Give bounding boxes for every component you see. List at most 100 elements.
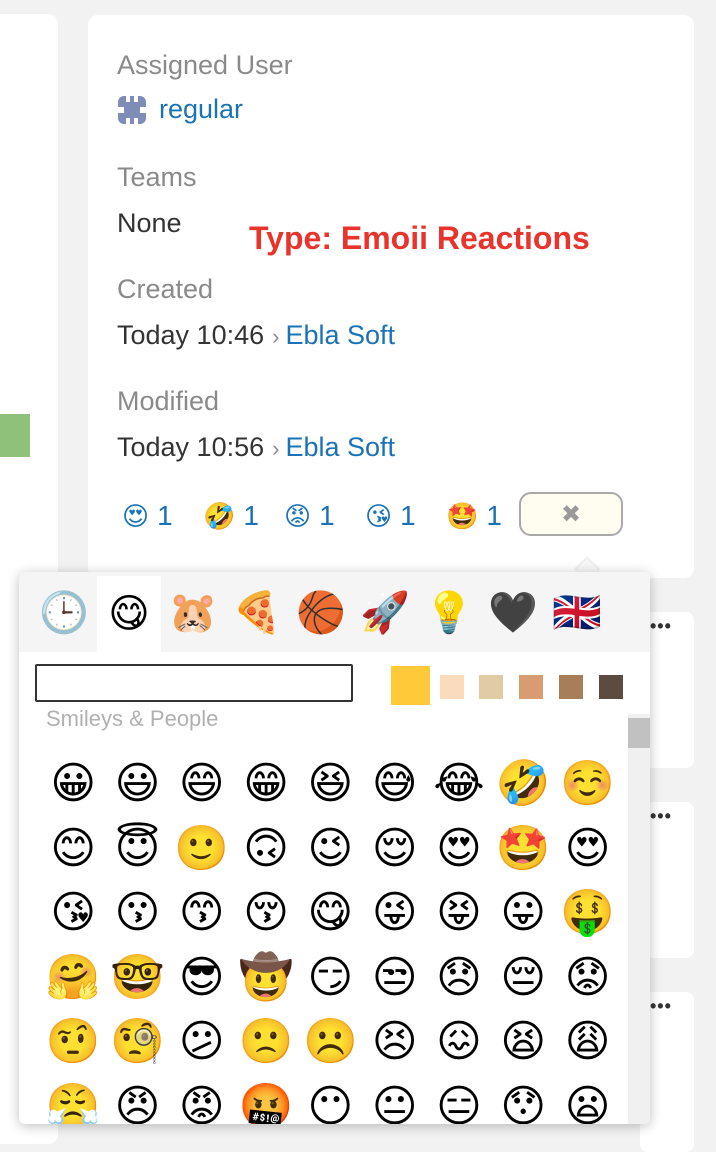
emoji-option[interactable]: 😆 [298, 752, 362, 817]
emoji-option[interactable]: 🤨 [41, 1010, 105, 1075]
emoji-picker: 🕒 😋 🐹 🍕 🏀 🚀 💡 🖤 🇬🇧 Smileys & People 😀 😃 😄 😁… [19, 572, 650, 1124]
category-objects[interactable]: 💡 [417, 578, 481, 648]
reaction-heart-eyes[interactable]: 😍 1 [122, 500, 173, 532]
emoji-option[interactable]: 🧐 [105, 1010, 169, 1075]
emoji-option[interactable]: 😚 [234, 881, 298, 946]
emoji-option[interactable]: ☺️ [555, 752, 619, 817]
emoji-option[interactable]: 🙂 [170, 817, 234, 882]
emoji-option[interactable]: 😕 [170, 1010, 234, 1075]
modified-by-link[interactable]: Ebla Soft [285, 432, 395, 462]
emoji-option[interactable]: 😯 [491, 1075, 555, 1124]
emoji-option[interactable]: 🤗 [41, 946, 105, 1011]
emoji-option[interactable]: 😜 [362, 881, 426, 946]
assigned-user-label: Assigned User [117, 50, 293, 80]
emoji-option[interactable]: 🤓 [105, 946, 169, 1011]
emoji-option[interactable]: 🤩 [491, 817, 555, 882]
created-row: Today 10:46 › Ebla Soft [117, 320, 395, 351]
scrollbar-thumb[interactable] [628, 718, 650, 748]
emoji-option[interactable]: 😩 [555, 1010, 619, 1075]
emoji-option[interactable]: 😞 [427, 946, 491, 1011]
food-icon: 🍕 [232, 591, 282, 635]
modified-label: Modified [117, 386, 220, 416]
emoji-option[interactable]: 😐 [362, 1075, 426, 1124]
category-food[interactable]: 🍕 [225, 578, 289, 648]
emoji-option[interactable]: 🤣 [491, 752, 555, 817]
category-recent[interactable]: 🕒 [32, 578, 96, 648]
category-symbols[interactable]: 🖤 [481, 578, 545, 648]
emoji-option[interactable]: 😠 [105, 1075, 169, 1124]
reaction-rofl[interactable]: 🤣 1 [203, 500, 259, 532]
created-label: Created [117, 274, 214, 304]
emoji-option[interactable]: 🤑 [555, 881, 619, 946]
category-animals[interactable]: 🐹 [161, 578, 225, 648]
emoji-option[interactable]: 😝 [427, 881, 491, 946]
smileys-icon: 😋 [108, 592, 150, 636]
skin-tone-medium-light[interactable] [479, 675, 503, 699]
reaction-angry[interactable]: 😡 1 [284, 500, 335, 532]
emoji-option[interactable]: 😉 [298, 817, 362, 882]
more-options-icon[interactable]: ••• [650, 616, 672, 637]
category-bar: 🕒 😋 🐹 🍕 🏀 🚀 💡 🖤 🇬🇧 [19, 572, 650, 652]
skin-tone-light[interactable] [440, 675, 464, 699]
emoji-option[interactable]: 😋 [298, 881, 362, 946]
category-activity[interactable]: 🏀 [289, 578, 353, 648]
emoji-search-input[interactable] [35, 664, 353, 702]
assigned-user-link[interactable]: regular [117, 94, 243, 125]
emoji-option[interactable]: 😍 [555, 817, 619, 882]
emoji-option[interactable]: 😙 [170, 881, 234, 946]
emoji-grid: 😀 😃 😄 😁 😆 😅 😂 🤣 ☺️ 😊 😇 🙂 🙃 😉 😌 😍 🤩 😍 😘 😗 😙 😚 😋 😜 😝 😛 🤑 🤗 🤓 😎 🤠 😏 😒 😞 😔 😟 🤨 🧐 😕… [41, 752, 621, 1124]
emoji-option[interactable]: 😶 [298, 1075, 362, 1124]
emoji-option[interactable]: 😘 [41, 881, 105, 946]
emoji-option[interactable]: 😇 [105, 817, 169, 882]
emoji-option[interactable]: 😟 [555, 946, 619, 1011]
emoji-option[interactable]: 😅 [362, 752, 426, 817]
modified-row: Today 10:56 › Ebla Soft [117, 432, 395, 463]
close-picker-button[interactable]: ✖ [519, 492, 623, 536]
category-travel[interactable]: 🚀 [353, 578, 417, 648]
skin-tone-dark[interactable] [599, 675, 623, 699]
emoji-option[interactable]: 🙃 [234, 817, 298, 882]
emoji-option[interactable]: 😂 [427, 752, 491, 817]
emoji-option[interactable]: 😒 [362, 946, 426, 1011]
reaction-kiss[interactable]: 😘 1 [365, 500, 416, 532]
emoji-option[interactable]: 😊 [41, 817, 105, 882]
emoji-option[interactable]: 😔 [491, 946, 555, 1011]
category-flags[interactable]: 🇬🇧 [545, 578, 609, 648]
emoji-option[interactable]: 😖 [427, 1010, 491, 1075]
kissing-heart-icon: 😘 [365, 501, 393, 531]
emoji-option[interactable]: 😡 [170, 1075, 234, 1124]
emoji-option[interactable]: 😏 [298, 946, 362, 1011]
emoji-option[interactable]: 😣 [362, 1010, 426, 1075]
reaction-count: 1 [400, 500, 416, 531]
symbols-icon: 🖤 [488, 591, 538, 635]
progress-indicator [0, 414, 30, 457]
more-options-icon[interactable]: ••• [650, 806, 672, 827]
emoji-option[interactable]: 😫 [491, 1010, 555, 1075]
emoji-option[interactable]: ☹️ [298, 1010, 362, 1075]
reaction-star-struck[interactable]: 🤩 1 [446, 500, 502, 532]
emoji-option[interactable]: 🤠 [234, 946, 298, 1011]
assigned-user-name[interactable]: regular [159, 94, 243, 125]
emoji-option[interactable]: 😦 [555, 1075, 619, 1124]
emoji-option[interactable]: 😛 [491, 881, 555, 946]
emoji-option[interactable]: 🤬 [234, 1075, 298, 1124]
skin-tone-medium[interactable] [519, 675, 543, 699]
skin-tone-default[interactable] [391, 666, 430, 705]
more-options-icon[interactable]: ••• [650, 996, 672, 1017]
emoji-option[interactable]: 😀 [41, 752, 105, 817]
emoji-option[interactable]: 😑 [427, 1075, 491, 1124]
emoji-option[interactable]: 😄 [170, 752, 234, 817]
emoji-option[interactable]: 😃 [105, 752, 169, 817]
emoji-option[interactable]: 😍 [427, 817, 491, 882]
category-smileys[interactable]: 😋 [97, 576, 161, 652]
emoji-option[interactable]: 😗 [105, 881, 169, 946]
emoji-option[interactable]: 🙁 [234, 1010, 298, 1075]
emoji-option[interactable]: 😎 [170, 946, 234, 1011]
skin-tone-medium-dark[interactable] [559, 675, 583, 699]
scrollbar-track[interactable] [628, 714, 650, 1124]
created-by-link[interactable]: Ebla Soft [285, 320, 395, 350]
reaction-count: 1 [157, 500, 173, 531]
emoji-option[interactable]: 😁 [234, 752, 298, 817]
emoji-option[interactable]: 😤 [41, 1075, 105, 1124]
emoji-option[interactable]: 😌 [362, 817, 426, 882]
